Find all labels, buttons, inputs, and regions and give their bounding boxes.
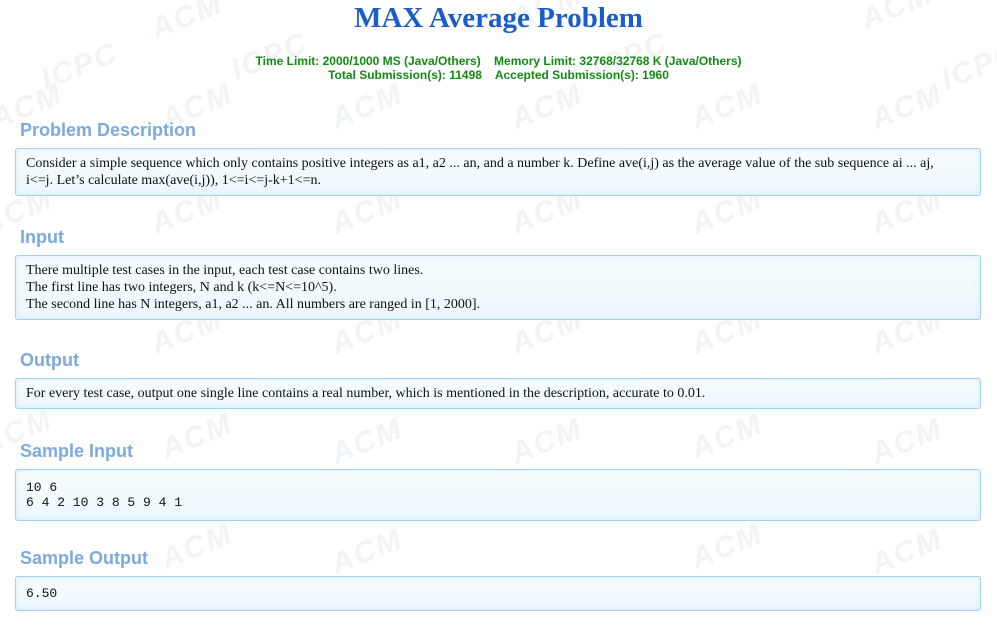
input-line: There multiple test cases in the input, … bbox=[26, 263, 424, 278]
watermark: ACM bbox=[686, 77, 768, 136]
submissions-line: Total Submission(s): 11498 Accepted Subm… bbox=[328, 68, 669, 82]
section-title-output: Output bbox=[20, 350, 79, 370]
section-title-description: Problem Description bbox=[20, 120, 197, 140]
watermark: ACM bbox=[326, 77, 408, 136]
output-line: For every test case, output one single l… bbox=[26, 386, 706, 401]
watermark: ACM bbox=[686, 517, 768, 576]
watermark: ACM bbox=[686, 407, 768, 466]
input-panel: There multiple test cases in the input, … bbox=[15, 255, 981, 320]
sample-input-panel: 10 6 6 4 2 10 3 8 5 9 4 1 bbox=[15, 469, 981, 521]
watermark: ACM bbox=[506, 412, 588, 471]
watermark: ACM bbox=[156, 517, 238, 576]
watermark: ACM bbox=[866, 522, 948, 581]
description-line: i<=j. Let’s calculate max(ave(i,j)), 1<=… bbox=[26, 173, 321, 188]
output-panel: For every test case, output one single l… bbox=[15, 378, 981, 409]
description-panel: Consider a simple sequence which only co… bbox=[15, 148, 981, 196]
input-line: The first line has two integers, N and k… bbox=[26, 280, 337, 295]
watermark: ACM bbox=[866, 412, 948, 471]
watermark: ACM bbox=[326, 522, 408, 581]
watermark: ACM bbox=[156, 407, 238, 466]
watermark: ACM bbox=[326, 412, 408, 471]
input-line: The second line has N integers, a1, a2 .… bbox=[26, 297, 481, 312]
page-title: MAX Average Problem bbox=[354, 2, 643, 34]
section-title-sample-output: Sample Output bbox=[20, 548, 149, 568]
description-line: Consider a simple sequence which only co… bbox=[26, 156, 934, 171]
watermark: ACM bbox=[866, 77, 948, 136]
section-title-input: Input bbox=[20, 227, 64, 247]
sample-output-line: 6.50 bbox=[26, 586, 58, 601]
sample-input-line: 10 6 bbox=[26, 480, 58, 495]
limits-line: Time Limit: 2000/1000 MS (Java/Others) M… bbox=[255, 54, 742, 68]
sample-input-line: 6 4 2 10 3 8 5 9 4 1 bbox=[26, 495, 183, 510]
section-title-sample-input: Sample Input bbox=[20, 441, 134, 461]
sample-output-panel: 6.50 bbox=[15, 576, 981, 611]
watermark: ACM bbox=[506, 77, 588, 136]
